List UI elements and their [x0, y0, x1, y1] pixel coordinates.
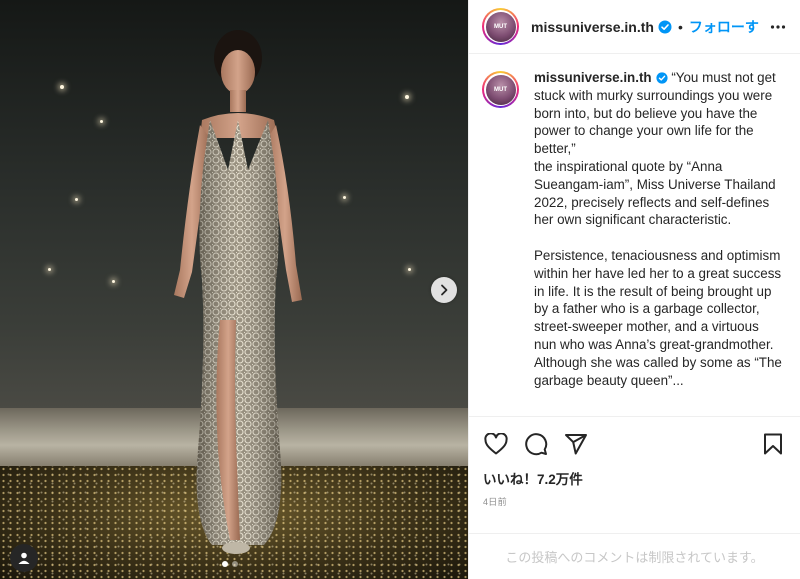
caption-body: “You must not get stuck with murky surro…	[534, 70, 782, 388]
avatar-logo: MUT	[485, 74, 516, 105]
share-button[interactable]	[563, 431, 589, 457]
sparkle	[100, 120, 103, 123]
separator: •	[677, 18, 683, 35]
post-actions: いいね！7.2万件 4日前	[469, 416, 800, 508]
caption-username[interactable]: missuniverse.in.th	[534, 70, 652, 85]
next-slide-button[interactable]	[431, 277, 457, 303]
carousel-dot	[232, 561, 238, 567]
comment-icon	[525, 433, 548, 456]
sparkle	[60, 85, 64, 89]
avatar-logo: MUT	[485, 11, 516, 42]
verified-badge-icon	[656, 72, 668, 84]
heart-icon	[484, 433, 508, 455]
more-options-button[interactable]	[770, 19, 786, 35]
model-figure	[174, 30, 302, 554]
post-date[interactable]: 4日前	[483, 495, 786, 508]
sparkle	[408, 268, 411, 271]
avatar[interactable]: MUT	[482, 8, 519, 45]
comment-button[interactable]	[523, 431, 549, 457]
carousel-dot-active	[222, 561, 228, 567]
carousel-indicator	[222, 561, 238, 567]
caption-text: missuniverse.in.th “You must not get stu…	[534, 69, 784, 389]
chevron-right-icon	[441, 284, 448, 296]
comments-disabled-notice: この投稿へのコメントは制限されています。	[469, 533, 800, 579]
sparkle	[75, 198, 78, 201]
caption-area: MUT missuniverse.in.th “You must not get…	[469, 55, 800, 415]
like-button[interactable]	[483, 431, 509, 457]
verified-badge-icon	[658, 20, 672, 34]
post-header: MUT missuniverse.in.th • フォローする	[469, 0, 800, 54]
caption-avatar[interactable]: MUT	[482, 71, 519, 108]
username-link[interactable]: missuniverse.in.th	[531, 19, 654, 35]
more-options-icon	[770, 24, 786, 29]
sparkle	[343, 196, 346, 199]
user-tag-icon	[18, 552, 30, 564]
post-media[interactable]	[0, 0, 468, 579]
action-icons	[483, 429, 786, 459]
like-count[interactable]: いいね！7.2万件	[483, 468, 786, 488]
sparkle	[405, 95, 409, 99]
bookmark-icon	[764, 433, 782, 455]
share-icon	[565, 434, 587, 455]
sparkle	[48, 268, 51, 271]
post-sidebar: MUT missuniverse.in.th • フォローする MUT	[468, 0, 800, 579]
sparkle	[112, 280, 115, 283]
follow-button[interactable]: フォローする	[689, 17, 759, 37]
caption: MUT missuniverse.in.th “You must not get…	[482, 69, 784, 389]
save-button[interactable]	[760, 431, 786, 457]
user-tag-button[interactable]	[10, 544, 38, 572]
